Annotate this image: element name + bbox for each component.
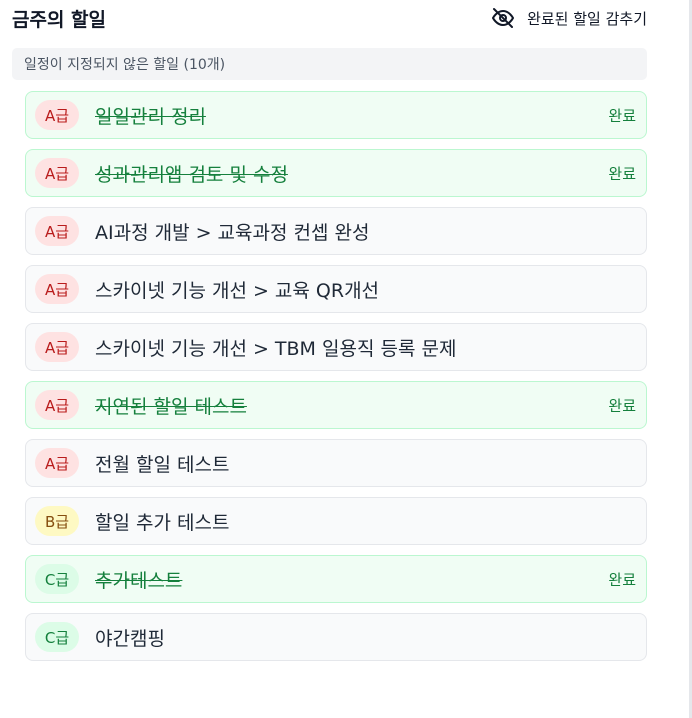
section-label: 일정이 지정되지 않은 할일 (10개) [24, 57, 226, 73]
grade-badge: C급 [35, 622, 79, 652]
task-title: AI과정 개발 > 교육과정 컨셉 완성 [95, 221, 370, 244]
grade-badge: A급 [35, 448, 79, 478]
status-badge: 완료 [608, 396, 636, 415]
task-title: 일일관리 정리 [95, 105, 206, 128]
task-item[interactable]: B급 할일 추가 테스트 [25, 497, 647, 545]
task-title: 지연된 할일 테스트 [95, 395, 247, 418]
task-title: 전월 할일 테스트 [95, 453, 230, 476]
grade-badge: C급 [35, 564, 79, 594]
grade-badge: B급 [35, 506, 79, 536]
panel-header: 금주의 할일 완료된 할일 감추기 [12, 0, 647, 36]
hide-completed-button[interactable]: 완료된 할일 감추기 [491, 6, 647, 30]
page-title: 금주의 할일 [12, 8, 107, 31]
task-item[interactable]: A급 전월 할일 테스트 [25, 439, 647, 487]
task-item[interactable]: A급 일일관리 정리 완료 [25, 91, 647, 139]
grade-badge: A급 [35, 216, 79, 246]
grade-badge: A급 [35, 158, 79, 188]
status-badge: 완료 [608, 106, 636, 125]
unscheduled-section-header: 일정이 지정되지 않은 할일 (10개) [12, 48, 647, 80]
task-item[interactable]: A급 성과관리앱 검토 및 수정 완료 [25, 149, 647, 197]
grade-badge: A급 [35, 332, 79, 362]
status-badge: 완료 [608, 164, 636, 183]
status-badge: 완료 [608, 570, 636, 589]
task-list: A급 일일관리 정리 완료 A급 성과관리앱 검토 및 수정 완료 A급 AI과정 개발 > … [25, 91, 647, 661]
task-title: 성과관리앱 검토 및 수정 [95, 163, 288, 186]
task-item[interactable]: A급 스카이넷 기능 개선 > TBM 일용직 등록 문제 [25, 323, 647, 371]
task-title: 추가테스트 [95, 569, 183, 592]
grade-badge: A급 [35, 274, 79, 304]
task-title: 할일 추가 테스트 [95, 511, 230, 534]
task-item[interactable]: A급 AI과정 개발 > 교육과정 컨셉 완성 [25, 207, 647, 255]
task-title: 스카이넷 기능 개선 > 교육 QR개선 [95, 279, 380, 302]
weekly-todo-panel: 금주의 할일 완료된 할일 감추기 일정이 지정되지 않은 할일 (10개) A… [12, 0, 647, 671]
task-item[interactable]: C급 추가테스트 완료 [25, 555, 647, 603]
eye-off-icon [491, 6, 515, 30]
task-title: 스카이넷 기능 개선 > TBM 일용직 등록 문제 [95, 337, 457, 360]
task-title: 야간캠핑 [95, 627, 165, 650]
grade-badge: A급 [35, 100, 79, 130]
grade-badge: A급 [35, 390, 79, 420]
task-item[interactable]: A급 스카이넷 기능 개선 > 교육 QR개선 [25, 265, 647, 313]
hide-completed-label: 완료된 할일 감추기 [527, 9, 647, 28]
task-item[interactable]: C급 야간캠핑 [25, 613, 647, 661]
task-item[interactable]: A급 지연된 할일 테스트 완료 [25, 381, 647, 429]
